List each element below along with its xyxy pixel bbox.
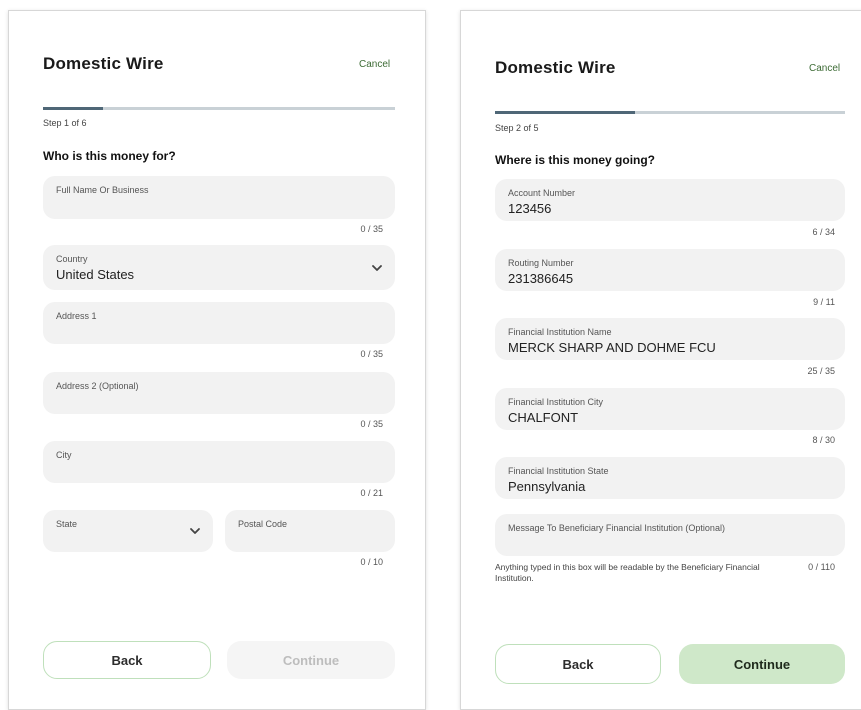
chevron-down-icon [372,265,382,271]
message-hint: Anything typed in this box will be reada… [495,562,760,583]
institution-name-field[interactable]: Financial Institution Name MERCK SHARP A… [495,318,845,360]
routing-number-label: Routing Number [508,258,574,268]
state-label: State [56,519,78,529]
page-title: Domestic Wire [43,54,164,73]
message-counter: 0 / 110 [808,562,835,572]
step-indicator: Step 2 of 5 [495,123,539,133]
full-name-label: Full Name Or Business [56,185,149,195]
account-number-counter: 6 / 34 [812,227,835,237]
institution-name-label: Financial Institution Name [508,327,612,337]
city-field[interactable]: City [43,441,395,483]
postal-code-counter: 0 / 10 [360,557,383,567]
institution-name-counter: 25 / 35 [807,366,835,376]
postal-code-label: Postal Code [238,519,288,529]
country-select[interactable]: Country United States [43,245,395,290]
progress-fill [43,107,103,110]
institution-state-field[interactable]: Financial Institution State Pennsylvania [495,457,845,499]
account-number-field[interactable]: Account Number 123456 [495,179,845,221]
message-label: Message To Beneficiary Financial Institu… [508,523,725,533]
progress-fill [495,111,635,114]
account-number-value: 123456 [508,201,552,216]
address2-label: Address 2 (Optional) [56,381,139,391]
step-indicator: Step 1 of 6 [43,118,87,128]
progress-bar [495,111,845,114]
routing-number-value: 231386645 [508,271,574,286]
cancel-link[interactable]: Cancel [359,59,390,70]
address1-label: Address 1 [56,311,97,321]
chevron-down-icon [190,528,200,534]
institution-city-field[interactable]: Financial Institution City CHALFONT [495,388,845,430]
institution-state-value: Pennsylvania [508,479,586,494]
wire-form-step1-panel: Domestic Wire Cancel Step 1 of 6 Who is … [8,10,426,710]
continue-button[interactable]: Continue [679,644,845,684]
account-number-label: Account Number [508,188,576,198]
city-label: City [56,450,72,460]
routing-number-counter: 9 / 11 [813,297,835,307]
country-value: United States [56,267,135,282]
section-question: Where is this money going? [495,153,656,167]
institution-city-counter: 8 / 30 [812,435,835,445]
continue-button[interactable]: Continue [227,641,395,679]
cancel-link[interactable]: Cancel [809,63,840,74]
city-counter: 0 / 21 [360,488,383,498]
back-button[interactable]: Back [495,644,661,684]
routing-number-field[interactable]: Routing Number 231386645 [495,249,845,291]
section-question: Who is this money for? [43,149,176,163]
institution-name-value: MERCK SHARP AND DOHME FCU [508,340,716,355]
address2-counter: 0 / 35 [360,419,383,429]
full-name-counter: 0 / 35 [360,224,383,234]
message-field[interactable]: Message To Beneficiary Financial Institu… [495,514,845,556]
wire-form-step2-panel: Domestic Wire Cancel Step 2 of 5 Where i… [460,10,861,710]
institution-state-label: Financial Institution State [508,466,609,476]
full-name-field[interactable]: Full Name Or Business [43,176,395,219]
institution-city-label: Financial Institution City [508,397,604,407]
address1-counter: 0 / 35 [360,349,383,359]
page-title: Domestic Wire [495,58,616,77]
state-select[interactable]: State [43,510,213,552]
progress-bar [43,107,395,110]
country-label: Country [56,254,88,264]
address2-field[interactable]: Address 2 (Optional) [43,372,395,414]
back-button[interactable]: Back [43,641,211,679]
institution-city-value: CHALFONT [508,410,579,425]
postal-code-field[interactable]: Postal Code [225,510,395,552]
address1-field[interactable]: Address 1 [43,302,395,344]
